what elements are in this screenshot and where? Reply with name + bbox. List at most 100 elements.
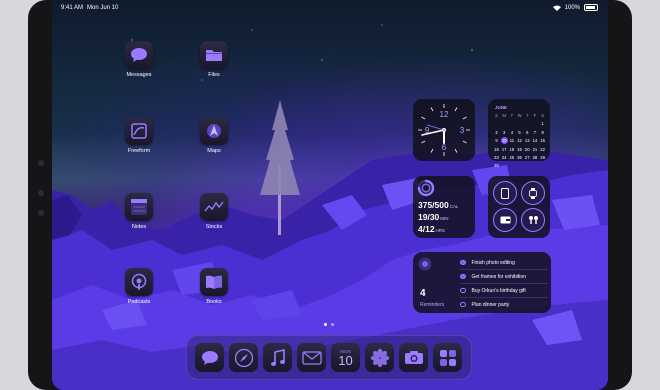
batteries-widget[interactable]	[488, 176, 550, 238]
page-dot[interactable]	[324, 323, 327, 326]
app-library-icon	[439, 349, 456, 366]
calendar-day: 20	[524, 146, 530, 152]
app-label: Podcasts	[127, 299, 151, 305]
activity-ring-icon	[417, 179, 435, 197]
calendar-day: 18	[509, 146, 515, 152]
calendar-day	[493, 120, 500, 127]
reminder-item[interactable]: Get frames for exhibition	[460, 270, 548, 284]
clock-widget[interactable]: 12 3 6 9	[413, 99, 475, 161]
calendar-day: 7	[533, 129, 537, 135]
reminder-checkbox[interactable]	[460, 259, 466, 266]
reminder-checkbox[interactable]	[460, 301, 466, 308]
dock-calendar[interactable]: MON 10	[331, 343, 360, 372]
calendar-day: 9	[495, 138, 498, 144]
fitness-exercise: 19/30MIN	[418, 212, 449, 222]
freeform-icon	[125, 117, 153, 145]
dock-mail[interactable]	[297, 343, 326, 372]
calendar-day: 23	[494, 154, 499, 160]
reminder-item[interactable]: Plan dinner party	[460, 298, 548, 311]
reminder-checkbox[interactable]	[460, 287, 466, 294]
page-indicator[interactable]	[324, 323, 334, 326]
safari-icon	[234, 348, 253, 367]
dock-photos[interactable]	[365, 343, 394, 372]
app-notes[interactable]: Notes	[120, 193, 158, 230]
calendar-day: 25	[509, 154, 515, 160]
notes-icon	[125, 193, 153, 221]
calendar-day: 2	[495, 129, 498, 135]
calendar-day	[516, 162, 523, 169]
app-label: Freeform	[127, 148, 151, 154]
ipad-icon	[493, 181, 517, 205]
clock-numeral-3: 3	[460, 126, 465, 135]
calendar-widget[interactable]: JUNE S M T W T F S 1 2 3 4 5 6 7 8 9 10 11 12 13 14 15 16 17 18 1…	[488, 99, 550, 168]
app-label: Notes	[131, 224, 147, 230]
sensor-dot	[38, 210, 44, 216]
calendar-weekday: S	[541, 113, 545, 118]
folder-icon	[200, 41, 228, 69]
dock-safari[interactable]	[229, 343, 258, 372]
dock-messages[interactable]	[195, 343, 224, 372]
second-hand	[426, 124, 445, 131]
reminder-item[interactable]: Finish photo editing	[460, 256, 548, 270]
calendar-day: 19	[517, 146, 522, 152]
app-maps[interactable]: Maps	[195, 117, 233, 154]
airpods-icon	[521, 208, 545, 232]
sensor-dot	[38, 190, 44, 196]
reminders-list: Finish photo editing Get frames for exhib…	[460, 256, 548, 311]
calendar-day: 13	[524, 138, 530, 144]
calendar-day	[508, 120, 515, 127]
reminders-list-icon	[418, 257, 432, 271]
reminders-widget[interactable]: 4 Reminders Finish photo editing Get fram…	[413, 252, 551, 313]
page-dot[interactable]	[331, 323, 334, 326]
app-messages[interactable]: Messages	[120, 41, 158, 78]
app-freeform[interactable]: Freeform	[120, 117, 158, 154]
app-label: Files	[208, 72, 220, 78]
calendar-day: 11	[509, 138, 515, 144]
clock-numeral-6: 6	[442, 143, 447, 152]
calendar-day: 27	[524, 154, 530, 160]
calendar-weekday: M	[502, 113, 506, 118]
dock: MON 10	[186, 335, 472, 380]
reminders-count: 4	[420, 288, 426, 299]
calendar-day: 26	[517, 154, 522, 160]
calendar-day: 10	[500, 137, 508, 145]
calendar-day: 30	[494, 163, 499, 169]
reminder-text: Finish photo editing	[471, 259, 515, 266]
battery-percent: 100%	[564, 4, 580, 11]
app-books[interactable]: Books	[195, 268, 233, 305]
calendar-month: JUNE	[495, 105, 508, 110]
status-bar: 9:41 AM Mon Jun 10 100%	[52, 0, 608, 16]
reminder-checkbox[interactable]	[460, 273, 466, 280]
dock-app-library[interactable]	[433, 343, 462, 372]
calendar-day: 28	[532, 154, 538, 160]
status-time: 9:41 AM	[61, 5, 84, 11]
messages-icon	[125, 41, 153, 69]
camera-dot	[38, 160, 44, 166]
messages-icon	[201, 350, 218, 365]
calendar-day: 5	[518, 129, 521, 135]
dock-music[interactable]	[263, 343, 292, 372]
app-label: Stocks	[205, 224, 223, 230]
app-label: Books	[206, 299, 222, 305]
calendar-day: 1	[541, 121, 544, 127]
fitness-move: 375/500CAL	[418, 200, 459, 210]
app-label: Maps	[207, 148, 221, 154]
reminder-item[interactable]: Buy Orkun's birthday gift	[460, 284, 548, 298]
calendar-weekday: W	[517, 113, 522, 118]
home-screen: 9:41 AM Mon Jun 10 100% Messages Files F…	[52, 0, 608, 390]
app-podcasts[interactable]: Podcasts	[120, 268, 158, 305]
app-stocks[interactable]: Stocks	[195, 193, 233, 230]
fitness-widget[interactable]: 375/500CAL 19/30MIN 4/12HRS	[413, 176, 475, 238]
app-files[interactable]: Files	[195, 41, 233, 78]
calendar-day	[516, 120, 523, 127]
calendar-day: 29	[540, 154, 545, 160]
calendar-weekday: T	[525, 113, 529, 118]
watch-icon	[521, 181, 545, 205]
dock-calendar-date: 10	[338, 352, 353, 368]
reminder-text: Buy Orkun's birthday gift	[471, 287, 526, 294]
dock-camera[interactable]	[399, 343, 428, 372]
calendar-day	[508, 162, 515, 169]
maps-icon	[200, 117, 228, 145]
status-date: Mon Jun 10	[87, 5, 119, 11]
battery-icon	[584, 4, 598, 11]
